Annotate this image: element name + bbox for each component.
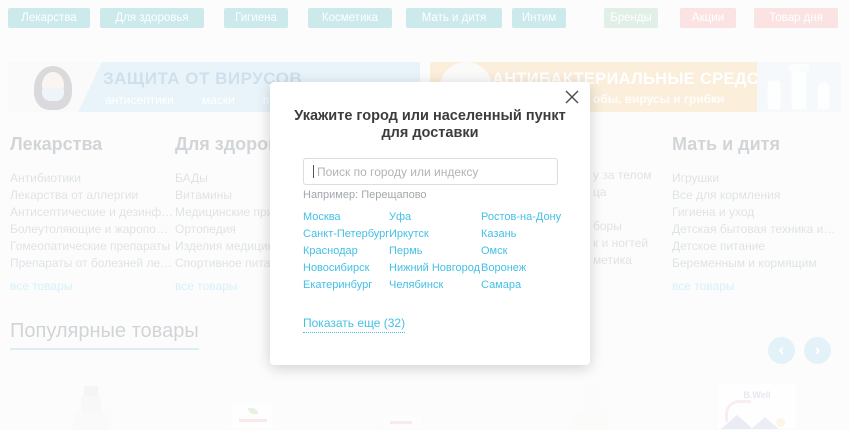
- city-link[interactable]: Омск: [481, 245, 581, 262]
- text-caret: [313, 165, 314, 178]
- city-link[interactable]: Екатеринбург: [303, 279, 389, 296]
- city-column: Ростов-на-Дону Казань Омск Воронеж Самар…: [481, 211, 581, 296]
- close-icon: [564, 89, 580, 105]
- show-more-cities-link[interactable]: Показать еще (32): [303, 316, 405, 333]
- city-link[interactable]: Пермь: [389, 245, 481, 262]
- city-list: Москва Санкт-Петербург Краснодар Новосиб…: [303, 211, 581, 296]
- city-link[interactable]: Нижний Новгород: [389, 262, 481, 279]
- city-link[interactable]: Самара: [481, 279, 581, 296]
- city-link[interactable]: Уфа: [389, 211, 481, 228]
- city-link[interactable]: Казань: [481, 228, 581, 245]
- close-button[interactable]: [564, 89, 580, 105]
- city-search-input[interactable]: [303, 158, 558, 185]
- city-column: Москва Санкт-Петербург Краснодар Новосиб…: [303, 211, 389, 296]
- modal-title-line1: Укажите город или населенный пункт: [270, 108, 590, 125]
- pharmacy-homepage: Лекарства Для здоровья Гигиена Косметика…: [0, 0, 849, 430]
- modal-title-line2: для доставки: [270, 125, 590, 142]
- city-link[interactable]: Санкт-Петербург: [303, 228, 389, 245]
- city-link[interactable]: Новосибирск: [303, 262, 389, 279]
- search-hint: Например: Перещапово: [303, 189, 427, 201]
- city-search-wrap: [303, 158, 558, 185]
- city-select-modal: Укажите город или населенный пункт для д…: [270, 82, 590, 365]
- city-link[interactable]: Воронеж: [481, 262, 581, 279]
- city-link[interactable]: Ростов-на-Дону: [481, 211, 581, 228]
- city-link[interactable]: Москва: [303, 211, 389, 228]
- modal-title: Укажите город или населенный пункт для д…: [270, 108, 590, 142]
- city-link[interactable]: Краснодар: [303, 245, 389, 262]
- city-link[interactable]: Челябинск: [389, 279, 481, 296]
- city-column: Уфа Иркутск Пермь Нижний Новгород Челяби…: [389, 211, 481, 296]
- city-link[interactable]: Иркутск: [389, 228, 481, 245]
